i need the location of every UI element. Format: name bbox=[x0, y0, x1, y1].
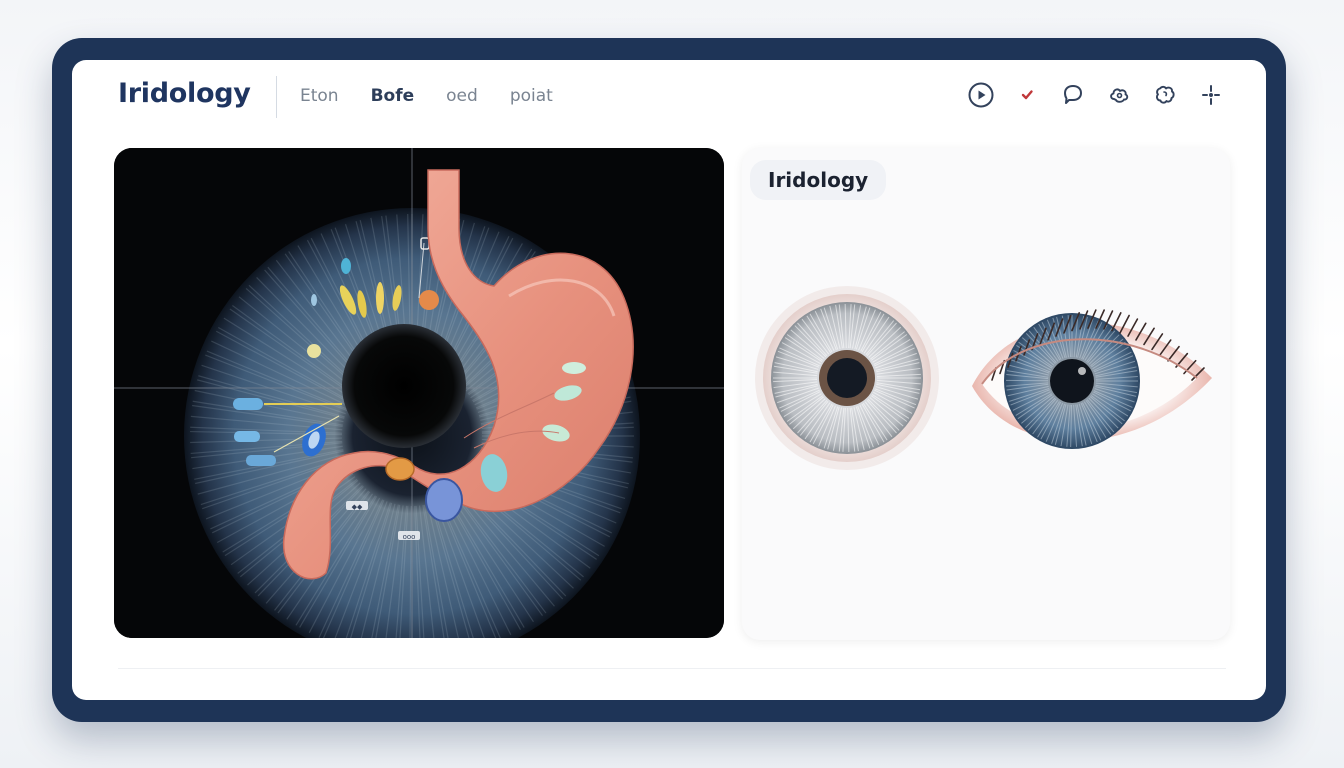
toolbar bbox=[966, 80, 1226, 110]
iris-chart-viewer[interactable]: ◆◆ ooo bbox=[114, 148, 724, 638]
bottom-divider bbox=[118, 668, 1226, 669]
panel-label: Iridology bbox=[750, 160, 887, 200]
nav-item-bofe[interactable]: Bofe bbox=[371, 86, 415, 106]
comment-button[interactable] bbox=[1058, 80, 1088, 110]
blue-eye bbox=[972, 309, 1212, 449]
check-button[interactable] bbox=[1012, 80, 1042, 110]
nav-menu: Eton Bofe oed poiat bbox=[300, 86, 553, 106]
brain-icon bbox=[1156, 85, 1175, 104]
check-icon bbox=[1021, 90, 1033, 100]
brain-button[interactable] bbox=[1150, 80, 1180, 110]
iris-stomach-illustration: ◆◆ ooo bbox=[114, 148, 724, 638]
nav-item-poiat[interactable]: poiat bbox=[510, 86, 553, 106]
comparison-panel: Iridology bbox=[742, 148, 1230, 640]
app-screen: Iridology Eton Bofe oed poiat ◆◆ ooo Iri… bbox=[72, 60, 1266, 700]
cloud-flower-icon bbox=[1110, 88, 1129, 103]
iris-tag-2: ooo bbox=[403, 533, 416, 541]
sparkle-button[interactable] bbox=[1196, 80, 1226, 110]
sparkle-icon bbox=[1202, 85, 1220, 105]
top-bar: Iridology Eton Bofe oed poiat bbox=[72, 60, 1266, 140]
nav-item-oed[interactable]: oed bbox=[446, 86, 478, 106]
play-circle-icon bbox=[968, 82, 994, 108]
play-button[interactable] bbox=[966, 80, 996, 110]
nav-item-eton[interactable]: Eton bbox=[300, 86, 339, 106]
chat-bubble-icon bbox=[1064, 85, 1082, 104]
iris-tag-1: ◆◆ bbox=[352, 503, 363, 511]
flower-button[interactable] bbox=[1104, 80, 1134, 110]
eye-comparison-illustration bbox=[755, 286, 1212, 470]
title-divider bbox=[276, 76, 277, 118]
app-title: Iridology bbox=[118, 78, 251, 109]
device-frame: Iridology Eton Bofe oed poiat ◆◆ ooo Iri… bbox=[52, 38, 1286, 722]
grey-eye bbox=[755, 286, 939, 470]
